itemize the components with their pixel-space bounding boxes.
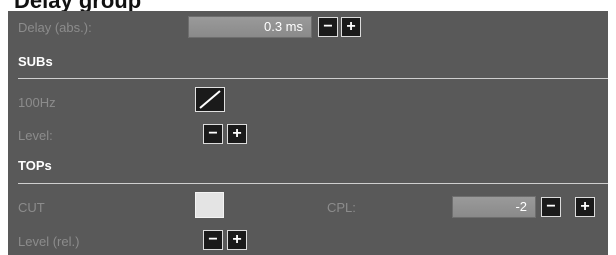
delay-label: Delay (abs.): bbox=[18, 20, 92, 35]
cut-checkbox[interactable] bbox=[195, 192, 224, 218]
settings-panel: Delay (abs.): 0.3 ms − + SUBs 100Hz Leve… bbox=[8, 11, 608, 255]
slope-icon bbox=[196, 88, 224, 111]
slope-toggle[interactable] bbox=[195, 87, 225, 112]
cpl-value-field[interactable]: -2 bbox=[452, 196, 536, 218]
subs-freq-label: 100Hz bbox=[18, 95, 56, 110]
tops-divider bbox=[18, 183, 608, 184]
subs-level-label: Level: bbox=[18, 128, 53, 143]
tops-cut-label: CUT bbox=[18, 200, 45, 215]
delay-value-field[interactable]: 0.3 ms bbox=[188, 16, 312, 38]
tops-level-plus-button[interactable]: + bbox=[227, 230, 247, 250]
subs-divider bbox=[18, 78, 608, 79]
tops-level-label: Level (rel.) bbox=[18, 234, 80, 249]
subs-level-plus-button[interactable]: + bbox=[227, 124, 247, 144]
subs-level-minus-button[interactable]: − bbox=[203, 124, 223, 144]
tops-level-minus-button[interactable]: − bbox=[203, 230, 223, 250]
tops-section-title: TOPs bbox=[18, 158, 52, 173]
cpl-plus-button[interactable]: + bbox=[575, 197, 595, 217]
cpl-label: CPL: bbox=[327, 200, 356, 215]
group-heading: Delay group bbox=[14, 0, 141, 11]
delay-minus-button[interactable]: − bbox=[318, 17, 338, 37]
delay-plus-button[interactable]: + bbox=[341, 17, 361, 37]
cpl-minus-button[interactable]: − bbox=[541, 197, 561, 217]
top-strip: Delay group bbox=[0, 0, 616, 11]
subs-section-title: SUBs bbox=[18, 54, 53, 69]
